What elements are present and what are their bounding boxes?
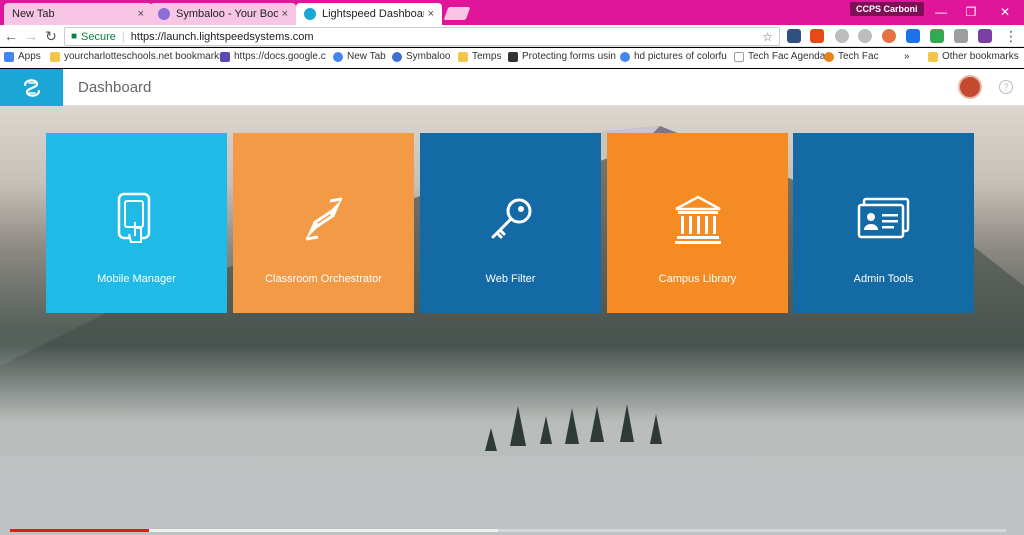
- maximize-button[interactable]: ❐: [956, 2, 986, 22]
- tab-new-tab[interactable]: New Tab ×: [4, 3, 152, 25]
- tile-campus-library[interactable]: Campus Library: [607, 133, 788, 313]
- new-tab-button[interactable]: [443, 7, 471, 20]
- bookmark-hd-pictures[interactable]: hd pictures of colorfu: [620, 51, 727, 62]
- tablet-hand-icon: [107, 189, 167, 249]
- bookmark-tech-fac[interactable]: Tech Fac: [824, 51, 879, 62]
- tab-title: Lightspeed Dashboard: [322, 8, 424, 20]
- settings-icon: [824, 51, 834, 62]
- symbaloo-icon: [392, 51, 402, 62]
- bookmark-label: New Tab: [347, 51, 386, 62]
- bookmark-other[interactable]: Other bookmarks: [928, 51, 1019, 62]
- key-icon: [481, 189, 541, 249]
- reload-button[interactable]: ↻: [42, 27, 60, 45]
- apps-grid-icon: [4, 51, 14, 62]
- lightspeed-icon: [304, 8, 316, 20]
- bookmark-star-icon[interactable]: ☆: [762, 30, 773, 44]
- app-header: Dashboard ?: [0, 69, 1024, 106]
- browser-title-bar: New Tab × Symbaloo - Your Bookm × Lights…: [0, 0, 1024, 25]
- folder-icon: [928, 51, 938, 62]
- vimeo-icon[interactable]: [906, 29, 920, 43]
- video-progress-bar[interactable]: [10, 529, 1006, 532]
- google-icon: [333, 51, 343, 62]
- help-icon[interactable]: ?: [999, 80, 1013, 94]
- tile-label: Admin Tools: [853, 273, 914, 285]
- close-window-button[interactable]: ✕: [990, 2, 1020, 22]
- tile-label: Campus Library: [658, 273, 737, 285]
- tab-lightspeed-dashboard[interactable]: Lightspeed Dashboard ×: [296, 3, 442, 25]
- video-progress-fill: [10, 529, 150, 532]
- tile-mobile-manager[interactable]: Mobile Manager: [46, 133, 227, 313]
- bookmark-tech-fac-agenda[interactable]: Tech Fac Agenda: [734, 51, 825, 62]
- bookmarks-overflow-button[interactable]: »: [904, 51, 910, 62]
- linux-icon: [508, 51, 518, 62]
- tab-symbaloo[interactable]: Symbaloo - Your Bookm ×: [150, 3, 296, 25]
- bookmark-label: hd pictures of colorfu: [634, 51, 727, 62]
- user-avatar[interactable]: [958, 75, 982, 99]
- onenote-icon[interactable]: [978, 29, 992, 43]
- tile-web-filter[interactable]: Web Filter: [420, 133, 601, 313]
- bookmark-apps[interactable]: Apps: [4, 51, 41, 62]
- drive-icon[interactable]: [930, 29, 944, 43]
- bookmark-docs[interactable]: https://docs.google.c: [220, 51, 326, 62]
- symbaloo-icon: [158, 8, 170, 20]
- lightspeed-logo-icon: [23, 78, 40, 97]
- address-url[interactable]: https://launch.lightspeedsystems.com: [131, 31, 314, 43]
- page-icon: [734, 51, 744, 62]
- id-card-icon: [854, 189, 914, 249]
- tile-admin-tools[interactable]: Admin Tools: [793, 133, 974, 313]
- address-bar[interactable]: ■ Secure | https://launch.lightspeedsyst…: [64, 27, 780, 46]
- address-separator: |: [121, 30, 125, 43]
- extension-icon[interactable]: [858, 29, 872, 43]
- tab-title: New Tab: [12, 8, 55, 20]
- tile-classroom-orchestrator[interactable]: Classroom Orchestrator: [233, 133, 414, 313]
- docs-icon: [220, 51, 230, 62]
- google-icon: [620, 51, 630, 62]
- forward-button[interactable]: →: [22, 27, 40, 45]
- tab-close-icon[interactable]: ×: [138, 8, 144, 20]
- bookmark-label: Symbaloo: [406, 51, 451, 62]
- bookmark-label: Temps: [472, 51, 502, 62]
- page-title: Dashboard: [78, 79, 152, 96]
- arrows-icon: [294, 189, 354, 249]
- lock-icon: ■: [71, 31, 78, 42]
- secure-label: Secure: [81, 30, 116, 43]
- bookmark-protecting-forms[interactable]: Protecting forms usin: [508, 51, 616, 62]
- bookmarks-bar: Apps yourcharlotteschools.net bookmarks …: [0, 48, 1024, 68]
- cloud-icon[interactable]: [954, 29, 968, 43]
- tab-close-icon[interactable]: ×: [282, 8, 288, 20]
- tile-label: Classroom Orchestrator: [265, 273, 382, 285]
- tab-title: Symbaloo - Your Bookm: [176, 8, 278, 20]
- extension-icon[interactable]: [835, 29, 849, 43]
- browser-menu-button[interactable]: ⋮: [1002, 27, 1020, 45]
- folder-icon: [50, 51, 60, 62]
- bookmark-label: Protecting forms usin: [522, 51, 616, 62]
- minimize-button[interactable]: —: [926, 2, 956, 22]
- tab-close-icon[interactable]: ×: [428, 8, 434, 20]
- extension-icon[interactable]: [787, 29, 801, 43]
- tile-label: Mobile Manager: [97, 273, 176, 285]
- back-button[interactable]: ←: [2, 27, 20, 45]
- tile-label: Web Filter: [485, 273, 536, 285]
- extension-icon[interactable]: [882, 29, 896, 43]
- bookmark-symbaloo[interactable]: Symbaloo: [392, 51, 450, 62]
- bookmark-label: yourcharlotteschools.net bookmarks: [64, 51, 225, 62]
- bookmark-label: Apps: [18, 51, 41, 62]
- library-icon: [668, 189, 728, 249]
- browser-toolbar: ← → ↻ ■ Secure | https://launch.lightspe…: [0, 25, 1024, 47]
- folder-icon: [458, 51, 468, 62]
- bookmark-new-tab[interactable]: New Tab: [333, 51, 386, 62]
- lightspeed-logo[interactable]: [0, 69, 63, 106]
- bookmark-label: https://docs.google.c: [234, 51, 326, 62]
- bookmark-label: Tech Fac Agenda: [748, 51, 826, 62]
- office-icon[interactable]: [810, 29, 824, 43]
- bookmark-label: Tech Fac: [838, 51, 879, 62]
- bookmark-label: Other bookmarks: [942, 51, 1019, 62]
- bookmark-temps[interactable]: Temps: [458, 51, 501, 62]
- profile-badge[interactable]: CCPS Carboni: [850, 2, 924, 16]
- bookmark-yourcharlotteschools[interactable]: yourcharlotteschools.net bookmarks: [50, 51, 224, 62]
